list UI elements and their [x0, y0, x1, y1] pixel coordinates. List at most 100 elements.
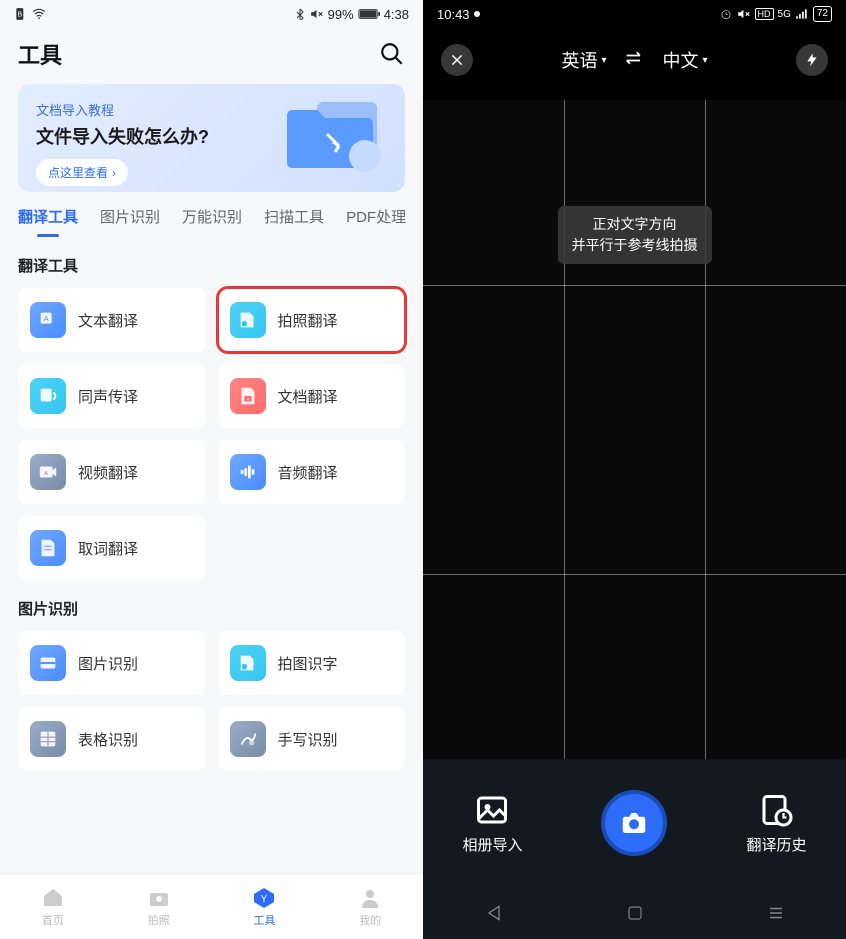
tab-translate-tools[interactable]: 翻译工具	[18, 206, 78, 237]
svg-text:A: A	[44, 471, 48, 477]
tool-photo-translate[interactable]: 拍照翻译	[218, 288, 406, 352]
page-title: 工具	[18, 38, 62, 70]
search-icon	[379, 41, 405, 67]
nav-home[interactable]: 首页	[41, 886, 65, 928]
tool-label: 取词翻译	[78, 538, 138, 559]
banner-cta[interactable]: 点这里查看 ›	[36, 159, 128, 186]
history-button[interactable]: 翻译历史	[746, 792, 806, 855]
bottom-nav: 首页 拍照 Y 工具 我的	[0, 873, 423, 939]
tool-label: 图片识别	[78, 653, 138, 674]
camera-viewport[interactable]: 正对文字方向 并平行于参考线拍摄	[423, 100, 846, 759]
home-button[interactable]	[626, 904, 644, 922]
alarm-icon	[719, 7, 733, 21]
android-nav-bar	[423, 887, 846, 939]
lang-to-label: 中文	[663, 47, 699, 73]
tool-photo-text[interactable]: 拍图识字	[218, 631, 406, 695]
search-button[interactable]	[379, 41, 405, 67]
tool-label: 表格识别	[78, 729, 138, 750]
lang-to[interactable]: 中文 ▾	[663, 47, 708, 73]
tool-video-translate[interactable]: A 视频翻译	[18, 440, 206, 504]
tool-handwrite[interactable]: 手写识别	[218, 707, 406, 771]
capture-button[interactable]	[601, 790, 667, 856]
tab-image-recog[interactable]: 图片识别	[100, 206, 160, 237]
status-left: B	[14, 7, 46, 21]
live-interpret-icon	[30, 378, 66, 414]
camera-header: 英语 ▾ 中文 ▾	[423, 44, 846, 76]
translate-grid: A 文本翻译 拍照翻译 同声传译 A 文档翻译	[18, 288, 405, 580]
hint-line-2: 并平行于参考线拍摄	[572, 235, 698, 256]
tab-universal-recog[interactable]: 万能识别	[182, 206, 242, 237]
video-translate-icon: A	[30, 454, 66, 490]
signal-icon	[795, 8, 809, 20]
chevron-right-icon: ›	[112, 166, 116, 180]
image-recog-icon	[30, 645, 66, 681]
status-left: 10:43	[437, 7, 480, 22]
banner-cta-label: 点这里查看	[48, 164, 108, 181]
lang-from[interactable]: 英语 ▾	[561, 47, 606, 73]
tool-label: 拍照翻译	[278, 310, 338, 331]
tool-live-interpret[interactable]: 同声传译	[18, 364, 206, 428]
signal-5g-icon: 5G	[778, 9, 791, 20]
category-tabs: 翻译工具 图片识别 万能识别 扫描工具 PDF处理	[0, 206, 423, 237]
gridline-h1	[423, 285, 846, 286]
gridline-v2	[705, 100, 706, 759]
doc-translate-icon: A	[230, 378, 266, 414]
battery-icon	[358, 8, 380, 20]
nav-label: 我的	[359, 912, 381, 928]
svg-text:Y: Y	[261, 894, 268, 905]
status-bar: B 99% 4:38	[0, 0, 423, 28]
tools-content[interactable]: 翻译工具 A 文本翻译 拍照翻译 同声传译	[0, 237, 423, 873]
tool-label: 拍图识字	[278, 653, 338, 674]
tool-image-recog[interactable]: 图片识别	[18, 631, 206, 695]
battery-pct: 99%	[328, 7, 354, 22]
back-button[interactable]	[484, 903, 504, 923]
history-label: 翻译历史	[746, 834, 806, 855]
tool-audio-translate[interactable]: 音频翻译	[218, 440, 406, 504]
bluetooth-icon	[294, 8, 306, 20]
nav-label: 首页	[42, 912, 64, 928]
flash-button[interactable]	[796, 44, 828, 76]
gridline-v1	[564, 100, 565, 759]
nav-tools[interactable]: Y 工具	[252, 886, 276, 928]
gallery-label: 相册导入	[462, 834, 522, 855]
tool-label: 视频翻译	[78, 462, 138, 483]
nav-profile[interactable]: 我的	[358, 886, 382, 928]
nav-camera[interactable]: 拍照	[147, 886, 171, 928]
camera-translate-screen: 10:43 HD 5G 72 英语 ▾ 中文 ▾	[423, 0, 846, 939]
nav-label: 拍照	[148, 912, 170, 928]
swap-button[interactable]	[625, 51, 645, 70]
status-time: 4:38	[384, 7, 409, 22]
status-time: 10:43	[437, 7, 470, 22]
page-header: 工具	[0, 28, 423, 84]
section-title-image: 图片识别	[18, 598, 405, 619]
battery-b-icon: B	[14, 7, 28, 21]
chevron-down-icon: ▾	[703, 55, 708, 66]
gallery-import-button[interactable]: 相册导入	[462, 792, 522, 855]
camera-icon	[147, 886, 171, 910]
recent-button[interactable]	[767, 904, 785, 922]
camera-controls: 相册导入 翻译历史	[423, 759, 846, 887]
tab-scan-tools[interactable]: 扫描工具	[264, 206, 324, 237]
status-bar: 10:43 HD 5G 72	[423, 0, 846, 28]
status-right: 99% 4:38	[294, 7, 409, 22]
photo-translate-icon	[230, 302, 266, 338]
mute-icon	[310, 7, 324, 21]
tool-label: 文档翻译	[278, 386, 338, 407]
section-title-translate: 翻译工具	[18, 255, 405, 276]
tab-pdf[interactable]: PDF处理	[346, 206, 406, 237]
language-switcher: 英语 ▾ 中文 ▾	[561, 47, 707, 73]
tool-label: 同声传译	[78, 386, 138, 407]
close-button[interactable]	[441, 44, 473, 76]
tool-table-recog[interactable]: 表格识别	[18, 707, 206, 771]
help-banner[interactable]: 文档导入教程 文件导入失败怎么办? 点这里查看 ›	[18, 84, 405, 192]
tool-text-translate[interactable]: A 文本翻译	[18, 288, 206, 352]
camera-capture-icon	[619, 808, 649, 838]
notification-dot-icon	[474, 11, 480, 17]
svg-text:A: A	[44, 314, 49, 323]
tool-doc-translate[interactable]: A 文档翻译	[218, 364, 406, 428]
swap-icon	[625, 51, 645, 65]
status-right: HD 5G 72	[719, 6, 832, 22]
wifi-icon	[32, 7, 46, 21]
tool-word-pick[interactable]: 取词翻译	[18, 516, 206, 580]
text-translate-icon: A	[30, 302, 66, 338]
